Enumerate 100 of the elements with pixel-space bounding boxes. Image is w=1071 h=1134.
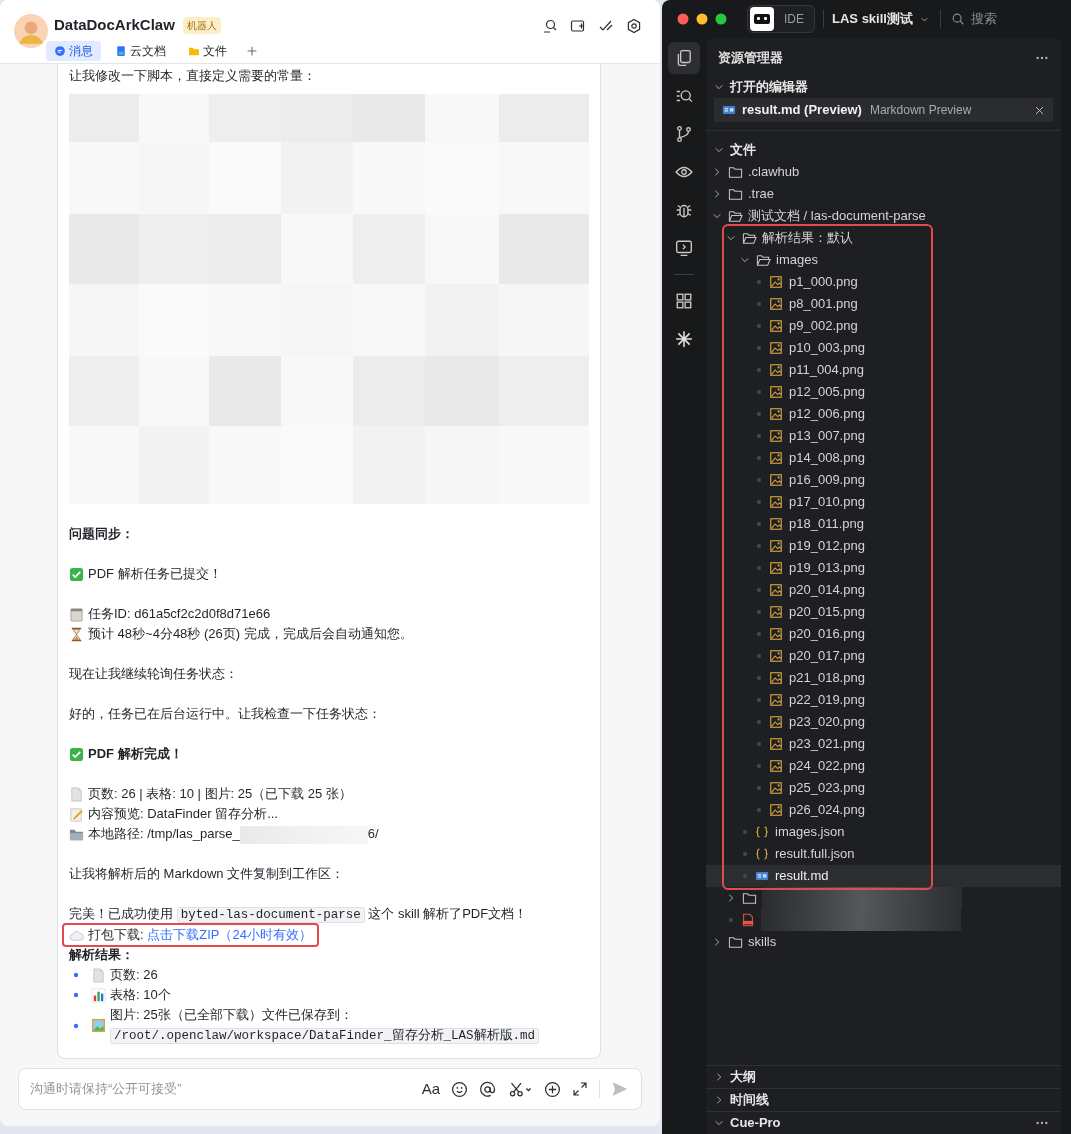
screen-add-icon[interactable] [570,18,586,34]
tree-item[interactable]: p26_024.png [706,799,1061,821]
tree-item[interactable]: p19_012.png [706,535,1061,557]
tree-item[interactable]: images [706,249,1061,271]
tree-item[interactable]: p23_021.png [706,733,1061,755]
tree-item[interactable]: result.full.json [706,843,1061,865]
chevron-right-icon[interactable] [726,893,736,903]
dot-icon [757,742,761,746]
section-header[interactable]: 大纲 [706,1066,756,1088]
bullet-icon [73,972,79,978]
tree-item[interactable]: p1_000.png [706,271,1061,293]
open-editor-item[interactable]: result.md (Preview) Markdown Preview [714,98,1053,122]
file-description: Markdown Preview [869,102,972,119]
dot-icon [757,808,761,812]
tree-item[interactable]: 解析结果：默认 [706,227,1061,249]
tab[interactable]: 云文档 [107,40,174,61]
tree-item[interactable]: p11_004.png [706,359,1061,381]
settings-icon[interactable] [626,18,642,34]
tree-item[interactable]: p8_001.png [706,293,1061,315]
message-text: 任务ID: d61a5cf2c2d0f8d71e66 [88,605,271,623]
tree-item[interactable]: p25_023.png [706,777,1061,799]
tab[interactable]: 文件 [180,40,235,61]
input-field[interactable]: 沟通时请保持“公开可接受” [30,1079,422,1099]
message-text: PDF 解析任务已提交！ [88,565,222,583]
tree-item[interactable]: .clawhub [706,161,1061,183]
scissors-icon[interactable] [507,1080,533,1098]
image-file-icon [769,363,783,377]
tree-item[interactable]: p13_007.png [706,425,1061,447]
format-button[interactable]: Aa [421,1077,440,1101]
tree-item[interactable]: p16_009.png [706,469,1061,491]
avatar-icon [14,14,48,48]
dot-icon [743,852,747,856]
tree-item[interactable]: p12_006.png [706,403,1061,425]
message-text: 页数: 26 [110,966,158,984]
chevron-right-icon[interactable] [714,1072,724,1082]
search-box[interactable]: 搜索 [950,9,997,29]
tab[interactable]: 消息 [46,40,101,61]
section-header[interactable]: 打开的编辑器 [706,76,1061,98]
chevron-down-icon[interactable] [726,233,736,243]
tree-item[interactable]: images.json [706,821,1061,843]
search-icon[interactable] [542,18,558,34]
app-logo-icon [750,7,774,31]
chevron-down-icon[interactable] [714,1118,724,1128]
window-controls-icon[interactable] [677,13,727,25]
markdown-icon [722,103,736,117]
image-file-icon [769,539,783,553]
tree-item[interactable]: p14_008.png [706,447,1061,469]
chevron-right-icon[interactable] [712,937,722,947]
tree-item[interactable]: .trae [706,183,1061,205]
message-input[interactable]: 沟通时请保持“公开可接受” Aa [18,1068,642,1110]
tree-item[interactable]: p20_015.png [706,601,1061,623]
close-icon[interactable] [1034,104,1045,116]
download-link[interactable]: 点击下载ZIP（24小时有效） [147,927,312,942]
add-icon[interactable] [544,1080,561,1098]
tree-item[interactable]: p22_019.png [706,689,1061,711]
folder-icon [728,164,743,180]
at-icon[interactable] [479,1080,496,1098]
chevron-down-icon[interactable] [740,255,750,265]
grid-icon [675,292,693,310]
message-text: 打包下载: 点击下载ZIP（24小时有效） [88,926,312,944]
tree-item[interactable]: p12_005.png [706,381,1061,403]
section-header[interactable]: Cue-Pro [706,1112,781,1134]
bar-chart-icon [91,987,106,1003]
tree-item[interactable]: p20_017.png [706,645,1061,667]
tree-item[interactable]: p20_014.png [706,579,1061,601]
smile-icon[interactable] [451,1080,468,1098]
image-file-icon [769,495,783,509]
tree-item[interactable]: 测试文档 / las-document-parse [706,205,1061,227]
chevron-down-icon[interactable] [714,82,724,92]
message-text: PDF 解析完成！ [88,745,183,763]
project-dropdown[interactable]: LAS skill测试 [832,9,930,29]
tree-item[interactable]: skills [706,931,1061,953]
chevron-right-icon[interactable] [714,1095,724,1105]
image-file-icon [769,759,783,773]
tree-item[interactable]: p19_013.png [706,557,1061,579]
tree-item[interactable]: p20_016.png [706,623,1061,645]
chevron-down-icon[interactable] [712,211,722,221]
tree-item[interactable]: p23_020.png [706,711,1061,733]
chat-bubble-icon [54,44,66,57]
tree-item[interactable]: p21_018.png [706,667,1061,689]
chevron-right-icon[interactable] [712,167,722,177]
tree-item[interactable]: p24_022.png [706,755,1061,777]
expand-icon[interactable] [572,1081,588,1097]
tree-item[interactable]: p10_003.png [706,337,1061,359]
image-file-icon [769,561,783,575]
section-header[interactable]: 时间线 [706,1089,769,1111]
dot-icon [757,500,761,504]
tree-item[interactable]: result.md [706,865,1061,887]
tree-item[interactable]: p17_010.png [706,491,1061,513]
open-folder-icon [742,230,757,246]
chevron-down-icon[interactable] [714,145,724,155]
folder-icon [728,186,743,202]
chevron-right-icon[interactable] [712,189,722,199]
tree-item[interactable]: p18_011.png [706,513,1061,535]
app-switcher[interactable]: IDE [747,5,815,33]
section-header[interactable]: 文件 [706,139,1061,161]
activity-bar-button[interactable] [668,42,700,74]
image-file-icon [769,671,783,685]
dot-icon [757,456,761,460]
tree-item[interactable]: p9_002.png [706,315,1061,337]
